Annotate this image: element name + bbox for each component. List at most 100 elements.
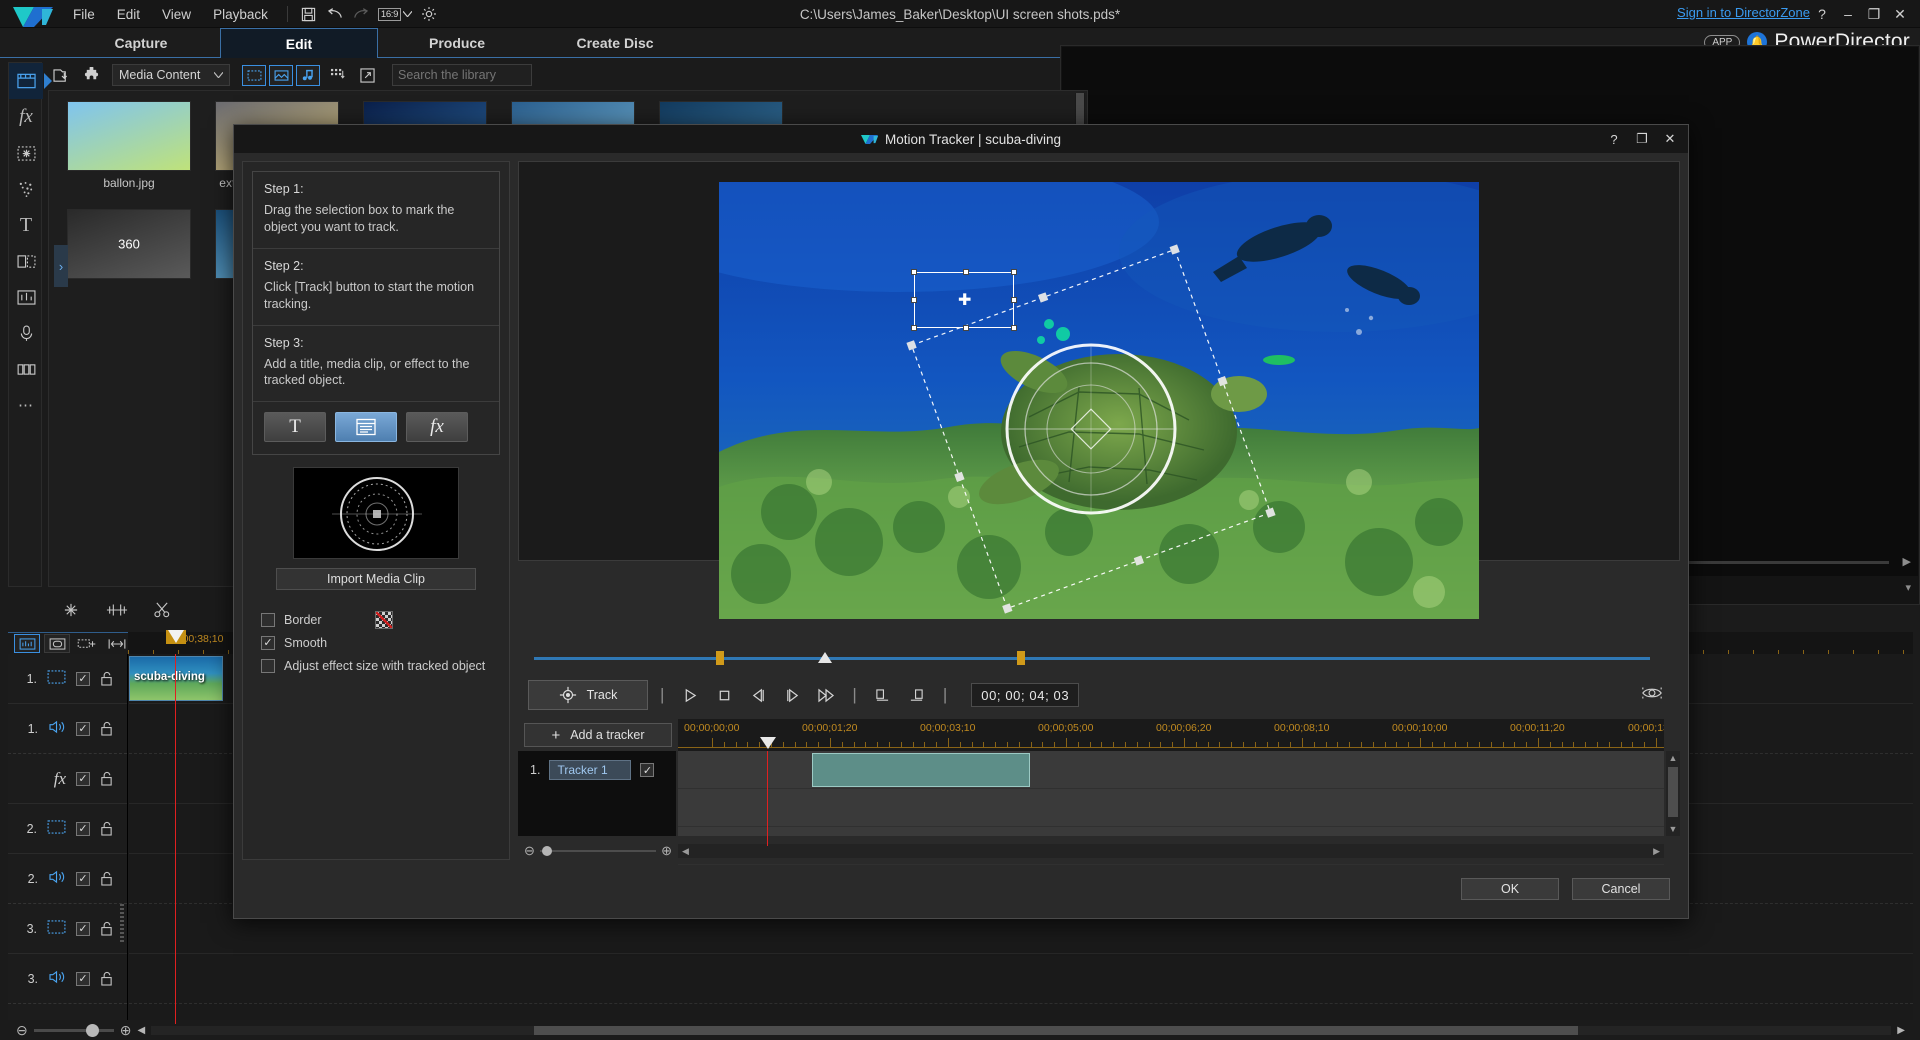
scroll-right-icon[interactable]: ▶ bbox=[1897, 1025, 1905, 1036]
crop-tool-icon[interactable] bbox=[106, 603, 128, 620]
sidebar-item-chapter-room[interactable] bbox=[9, 351, 43, 387]
show-image-icon[interactable] bbox=[269, 65, 293, 86]
menu-edit[interactable]: Edit bbox=[106, 4, 151, 25]
sidebar-item-media-room[interactable] bbox=[9, 63, 43, 99]
option-adjust-effect-size[interactable]: Adjust effect size with tracked object bbox=[261, 654, 509, 677]
tracker-track-row-empty[interactable] bbox=[678, 789, 1664, 827]
menu-file[interactable]: File bbox=[62, 4, 106, 25]
library-filter-select[interactable]: Media Content bbox=[112, 64, 230, 86]
tracking-selection-box[interactable]: ✚ bbox=[914, 272, 1014, 328]
track-enable-checkbox[interactable]: ✓ bbox=[76, 872, 90, 886]
stop-icon[interactable] bbox=[710, 682, 738, 708]
library-item[interactable]: ballon.jpg bbox=[67, 101, 191, 190]
add-effect-button[interactable]: fx bbox=[406, 412, 468, 442]
tracker-zoom-slider[interactable] bbox=[540, 850, 656, 852]
tracker-playhead-marker[interactable] bbox=[760, 737, 776, 749]
sidebar-item-voice-over-icon[interactable] bbox=[9, 315, 43, 351]
save-icon[interactable] bbox=[296, 3, 322, 25]
selection-handle-w[interactable] bbox=[911, 297, 917, 303]
sidebar-item-title-room[interactable]: T bbox=[9, 207, 43, 243]
add-title-button[interactable]: T bbox=[264, 412, 326, 442]
sidebar-item-audio-mixing-room[interactable] bbox=[9, 279, 43, 315]
dialog-help-button[interactable]: ? bbox=[1602, 128, 1626, 150]
zoom-out-icon[interactable]: ⊖ bbox=[16, 1022, 28, 1039]
selection-handle-se[interactable] bbox=[1011, 325, 1017, 331]
track-enable-checkbox[interactable]: ✓ bbox=[76, 772, 90, 786]
track-enable-checkbox[interactable]: ✓ bbox=[76, 672, 90, 686]
sidebar-item-transition-room[interactable] bbox=[9, 243, 43, 279]
fast-forward-icon[interactable] bbox=[812, 682, 840, 708]
library-expand-handle[interactable]: › bbox=[54, 245, 68, 287]
mark-out-icon[interactable] bbox=[903, 682, 931, 708]
storyboard-view-icon[interactable] bbox=[44, 634, 70, 653]
track-enable-checkbox[interactable]: ✓ bbox=[76, 922, 90, 936]
mark-in-icon[interactable] bbox=[869, 682, 897, 708]
tracker-name-field[interactable]: Tracker 1 bbox=[549, 760, 631, 780]
tab-capture[interactable]: Capture bbox=[62, 28, 220, 58]
show-audio-icon[interactable] bbox=[296, 65, 320, 86]
selection-handle-n[interactable] bbox=[963, 269, 969, 275]
track-header[interactable]: 3.✓ bbox=[8, 904, 127, 954]
smooth-checkbox[interactable]: ✓ bbox=[261, 636, 275, 650]
selection-handle-ne[interactable] bbox=[1011, 269, 1017, 275]
tracker-hscrollbar[interactable]: ◀ ▶ bbox=[678, 844, 1664, 858]
tracker-scroll-right-icon[interactable]: ▶ bbox=[1653, 846, 1660, 857]
preview-expand-icon[interactable]: ▾ bbox=[1905, 581, 1911, 594]
slider-mark-out[interactable] bbox=[1017, 651, 1025, 665]
aspect-ratio-icon[interactable]: 16:9 bbox=[374, 8, 416, 21]
expand-icon[interactable] bbox=[354, 64, 380, 86]
video-frame[interactable]: ✚ bbox=[719, 182, 1479, 619]
track-enable-checkbox[interactable]: ✓ bbox=[76, 972, 90, 986]
border-checkbox[interactable] bbox=[261, 613, 275, 627]
track-button[interactable]: Track bbox=[528, 680, 648, 710]
selection-handle-s[interactable] bbox=[963, 325, 969, 331]
border-color-swatch[interactable] bbox=[375, 611, 393, 629]
import-media-icon[interactable] bbox=[48, 64, 74, 86]
next-frame-icon[interactable] bbox=[778, 682, 806, 708]
track-enable-checkbox[interactable]: ✓ bbox=[76, 722, 90, 736]
sidebar-item-particle-room[interactable] bbox=[9, 171, 43, 207]
play-icon[interactable] bbox=[676, 682, 704, 708]
tracker-zoom-out-icon[interactable]: ⊖ bbox=[524, 843, 535, 859]
tracker-scroll-up-icon[interactable]: ▲ bbox=[1666, 751, 1680, 765]
track-header[interactable]: 4.✓ bbox=[8, 1004, 127, 1020]
selection-handle-nw[interactable] bbox=[911, 269, 917, 275]
library-item-thumbnail[interactable] bbox=[67, 101, 191, 171]
selection-handle-sw[interactable] bbox=[911, 325, 917, 331]
slider-mark-in[interactable] bbox=[716, 651, 724, 665]
sidebar-item-pip-object-room[interactable] bbox=[9, 135, 43, 171]
tracker-segment[interactable] bbox=[812, 753, 1030, 787]
selection-handle-e[interactable] bbox=[1011, 297, 1017, 303]
menu-view[interactable]: View bbox=[151, 4, 202, 25]
plugin-icon[interactable] bbox=[78, 64, 104, 86]
track-resize-grip[interactable] bbox=[120, 904, 124, 944]
undo-icon[interactable] bbox=[322, 3, 348, 25]
tab-produce[interactable]: Produce bbox=[378, 28, 536, 58]
tracker-scroll-down-icon[interactable]: ▼ bbox=[1666, 822, 1680, 836]
tracker-vscrollbar[interactable]: ▲ ▼ bbox=[1666, 751, 1680, 836]
timeline-playhead-marker[interactable] bbox=[166, 630, 186, 652]
tracker-track-row[interactable] bbox=[678, 751, 1664, 789]
import-media-clip-button[interactable]: Import Media Clip bbox=[276, 568, 476, 590]
track-header[interactable]: 3.✓ bbox=[8, 954, 127, 1004]
track-enable-checkbox[interactable]: ✓ bbox=[76, 822, 90, 836]
track-manager-icon[interactable] bbox=[74, 634, 100, 653]
tracker-zoom-in-icon[interactable]: ⊕ bbox=[661, 843, 672, 859]
track-header[interactable]: 2.✓ bbox=[8, 804, 127, 854]
add-tracker-button[interactable]: + Add a tracker bbox=[524, 723, 672, 747]
library-item-thumbnail[interactable]: 360 bbox=[67, 209, 191, 279]
option-border[interactable]: Border bbox=[261, 608, 509, 631]
search-box[interactable] bbox=[392, 64, 532, 86]
lock-icon[interactable] bbox=[100, 671, 113, 686]
preview-timecode[interactable]: 00; 00; 04; 03 bbox=[971, 683, 1079, 707]
cancel-button[interactable]: Cancel bbox=[1572, 878, 1670, 900]
dialog-close-button[interactable]: ✕ bbox=[1658, 128, 1682, 150]
lock-icon[interactable] bbox=[100, 871, 113, 886]
select-tool-icon[interactable] bbox=[62, 602, 80, 621]
search-input[interactable] bbox=[398, 68, 559, 82]
redo-icon[interactable] bbox=[348, 3, 374, 25]
tracker-row-1[interactable]: 1. Tracker 1 ✓ bbox=[518, 751, 676, 789]
slider-playhead[interactable] bbox=[818, 652, 832, 663]
timeline-clip[interactable]: scuba-diving bbox=[129, 656, 223, 701]
track-header[interactable]: 2.✓ bbox=[8, 854, 127, 904]
